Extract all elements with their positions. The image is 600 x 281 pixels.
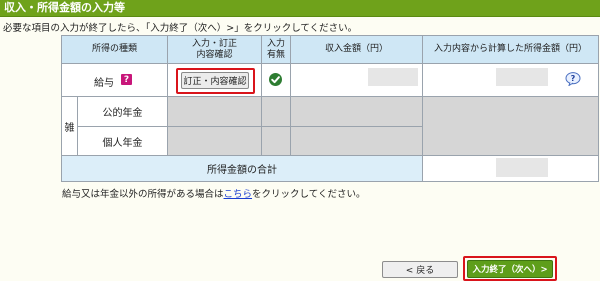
question-icon[interactable]: ? <box>121 74 132 85</box>
instruction-text: 必要な項目の入力が終了したら、「入力終了（次へ）>」をクリックしてください。 <box>3 23 358 34</box>
title-bar: 収入・所得金額の入力等 <box>0 0 600 17</box>
header-entry: 入力・訂正 内容確認 <box>167 35 262 64</box>
misc-group-label: 雑 <box>64 122 75 134</box>
help-bubble-icon[interactable]: ? <box>565 72 581 87</box>
pension-entry-cell <box>167 96 262 127</box>
header-income-type-label: 所得の種類 <box>91 44 137 54</box>
misc-calculated-cell <box>422 96 599 156</box>
individual-pension-type-cell: 個人年金 <box>77 126 168 156</box>
page-title: 収入・所得金額の入力等 <box>4 1 125 14</box>
other-income-note: 給与又は年金以外の所得がある場合はこちらをクリックしてください。 <box>62 186 365 200</box>
check-icon <box>269 73 282 86</box>
other-income-link[interactable]: こちら <box>224 189 253 200</box>
back-button[interactable]: < 戻る <box>382 261 458 278</box>
individual-pension-income-cell <box>290 126 423 156</box>
individual-pension-status-cell <box>261 126 291 156</box>
header-status-label: 入力 有無 <box>266 38 285 60</box>
pension-status-cell <box>261 96 291 127</box>
pension-label: 公的年金 <box>102 108 143 119</box>
header-entry-label: 入力・訂正 内容確認 <box>191 38 237 60</box>
salary-income-value <box>368 68 418 86</box>
individual-pension-entry-cell <box>167 126 262 156</box>
finish-next-button[interactable]: 入力終了（次へ）> <box>467 260 553 278</box>
salary-calculated-value <box>496 68 548 86</box>
back-button-label: < 戻る <box>405 266 435 276</box>
pension-type-cell: 公的年金 <box>77 96 168 127</box>
header-status: 入力 有無 <box>261 35 291 64</box>
header-income-amount-label: 収入金額（円） <box>324 44 388 54</box>
individual-pension-label: 個人年金 <box>102 137 143 149</box>
note-suffix: をクリックしてください。 <box>252 189 366 200</box>
salary-label: 給与 <box>94 78 114 89</box>
correction-confirm-button[interactable]: 訂正・内容確認 <box>181 72 249 89</box>
misc-group-cell: 雑 <box>61 96 78 156</box>
header-income-type: 所得の種類 <box>61 35 168 64</box>
salary-type-cell: 給与 <box>61 63 168 97</box>
header-income-amount: 収入金額（円） <box>290 35 423 64</box>
total-value <box>496 158 548 177</box>
total-label: 所得金額の合計 <box>207 165 277 176</box>
finish-next-label: 入力終了（次へ）> <box>472 265 548 275</box>
pension-income-cell <box>290 96 423 127</box>
header-calculated-amount: 入力内容から計算した所得金額（円） <box>422 35 599 64</box>
svg-text:?: ? <box>571 74 576 83</box>
header-calculated-amount-label: 入力内容から計算した所得金額（円） <box>433 44 587 54</box>
correction-confirm-label: 訂正・内容確認 <box>183 77 247 87</box>
note-prefix: 給与又は年金以外の所得がある場合は <box>62 189 224 200</box>
total-label-cell: 所得金額の合計 <box>61 155 423 182</box>
